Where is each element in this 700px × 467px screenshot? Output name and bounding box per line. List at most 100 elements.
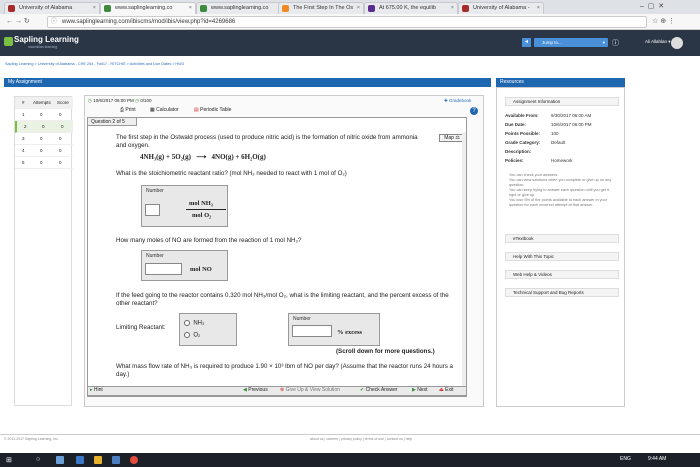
browser-tab-2[interactable]: www.saplinglearning.co × [100,2,196,14]
my-assignment-bar: My Assignment [4,78,491,87]
fraction-bar [186,209,226,210]
exit-icon: ⏏ [439,387,444,393]
chevron-down-icon: ▾ [602,40,605,45]
alabama-favicon [462,5,469,12]
gradebook-link[interactable]: ✚ Gradebook [444,98,471,104]
user-menu[interactable]: Ali Allahlan ▾ [645,39,671,45]
site-logo[interactable]: Sapling Learning [14,35,79,44]
exit-button[interactable]: ⏏ Exit [439,387,453,393]
yahoo-favicon [368,5,375,12]
table-row[interactable]: 500 [15,157,73,169]
table-row[interactable]: 100 [15,109,73,121]
answer-box-2: Number mol NO [141,250,228,281]
close-icon[interactable]: × [93,3,96,14]
sapling-logo-icon [4,37,13,46]
moles-no-unit: mol NO [190,266,212,273]
check-icon: ✔ [360,387,365,393]
sapling-favicon [200,5,207,12]
print-button[interactable]: ⎙ Print [120,107,136,113]
question-intro: The first step in the Ostwald process (u… [116,134,418,149]
close-icon[interactable]: × [357,3,360,14]
table-row[interactable]: 400 [15,145,73,157]
resources-bar: Resources [496,78,625,87]
browser-menu-icons[interactable]: ☆ ⊕ ⋮ [652,17,675,25]
scroll-note: (Scroll down for more questions.) [336,348,435,355]
edge-icon[interactable] [76,456,84,464]
footer-links[interactable]: about us | careers | privacy policy | te… [310,437,412,441]
radio-button-nh3 [184,320,190,326]
tech-support-link[interactable]: Technical Support and Bug Reports [505,288,619,297]
printer-icon: ⎙ [120,107,125,113]
web-help-link[interactable]: Web Help & Videos [505,270,619,279]
scrollbar[interactable] [462,132,466,396]
question-number: Question 2 of 5 [87,117,137,126]
url-input[interactable]: ⓘ www.saplinglearning.com/ibiscms/mod/ibi… [47,16,647,28]
task-view-icon[interactable] [56,456,64,464]
help-icon[interactable]: ⓘ [612,38,619,48]
percent-excess-input[interactable] [292,325,332,337]
check-answer-button[interactable]: ✔ Check Answer [360,387,398,393]
clock-icon: ◷ [88,98,92,103]
windows-start-icon[interactable]: ⊞ [6,456,12,464]
question-content: The first step in the Ostwald process (u… [87,117,467,397]
score-table: # Attempts Score 100 200 300 400 500 [14,96,73,406]
browser-tab-6[interactable]: University of Alabama - × [458,2,544,14]
assignment-info-header[interactable]: Assignment Information [505,97,619,106]
table-row[interactable]: 300 [15,133,73,145]
periodic-table-icon: ▤ [194,107,199,113]
taskbar-clock[interactable]: 9:44 AM [648,456,666,462]
ratio-input[interactable] [145,204,160,216]
close-icon[interactable]: × [451,3,454,14]
help-topic-link[interactable]: Help With This Topic [505,252,619,261]
breadcrumb[interactable]: Sapling Learning > University of Alabama… [5,62,184,66]
give-up-button[interactable]: ⊗ Give Up & View Solution [280,387,340,393]
answer-box-3: Number % excess [288,313,380,346]
previous-icon: ◀ [243,387,247,393]
windows-taskbar [0,453,700,467]
site-logo-subtitle: macmillan learning [28,45,58,49]
close-icon[interactable]: × [537,3,540,14]
question-4-text: What mass flow rate of NH₃ is required t… [116,363,453,378]
next-button[interactable]: ▶ Next [412,387,428,393]
question-3-text: If the feed going to the reactor contain… [116,292,449,307]
hint-button[interactable]: ▸ Hint [90,387,103,393]
calculator-icon: ▦ [150,107,155,113]
reaction-equation: 4NH₃(g) + 5O₂(g) ⟶ 4NO(g) + 6H₂O(g) [140,153,266,161]
periodic-table-button[interactable]: ▤ Periodic Table [194,107,231,113]
chrome-icon[interactable] [130,456,138,464]
limiting-reactant-group: NH₃ O₂ [179,313,237,346]
file-explorer-icon[interactable] [94,456,102,464]
radio-button-o2 [184,332,190,338]
close-icon[interactable]: × [189,3,192,14]
next-icon: ▶ [412,387,416,393]
option-o2[interactable]: O₂ [184,332,200,339]
sapling-favicon [104,5,111,12]
option-nh3[interactable]: NH₃ [184,320,204,327]
avatar[interactable] [671,37,683,49]
previous-button[interactable]: ◀ Previous [243,387,268,393]
bottom-nav-bar [87,386,467,396]
search-icon[interactable]: ○ [36,456,40,463]
gradebook-icon: ✚ [444,98,448,103]
etextbook-link[interactable]: eTextbook [505,234,619,243]
browser-tab-4[interactable]: The First Step In The Os × [278,2,364,14]
jump-to-select[interactable]: Jump to... ▾ [534,38,608,47]
window-controls[interactable]: – ▢ ✕ [640,2,664,10]
ratio-numerator-unit: mol NH₃ [189,200,213,207]
percent-excess-unit: % excess [337,329,363,336]
calculator-button[interactable]: ▦ Calculator [150,107,179,113]
browser-tab-5[interactable]: At 675.00 K, the equilib × [364,2,458,14]
assignment-info-fields: Available From: 9/30/2017 06:00 AM Due Da… [505,113,592,163]
taskbar-lang[interactable]: ENG [620,456,631,462]
moles-no-input[interactable] [145,263,182,275]
limiting-reactant-label: Limiting Reactant: [116,324,166,331]
ratio-denominator-unit: mol O₂ [192,212,212,219]
table-row-current[interactable]: 200 [15,121,73,133]
store-icon[interactable] [112,456,120,464]
question-help-icon[interactable]: ? [470,107,478,115]
answer-box-1: Number mol NH₃ mol O₂ [141,185,228,227]
browser-tab-1[interactable]: University of Alabama × [4,2,100,14]
back-arrow-icon[interactable]: ◂ [522,38,531,47]
nav-buttons[interactable]: ← → ↻ [6,17,30,25]
policy-list: You can check your answers. You can view… [509,173,612,207]
